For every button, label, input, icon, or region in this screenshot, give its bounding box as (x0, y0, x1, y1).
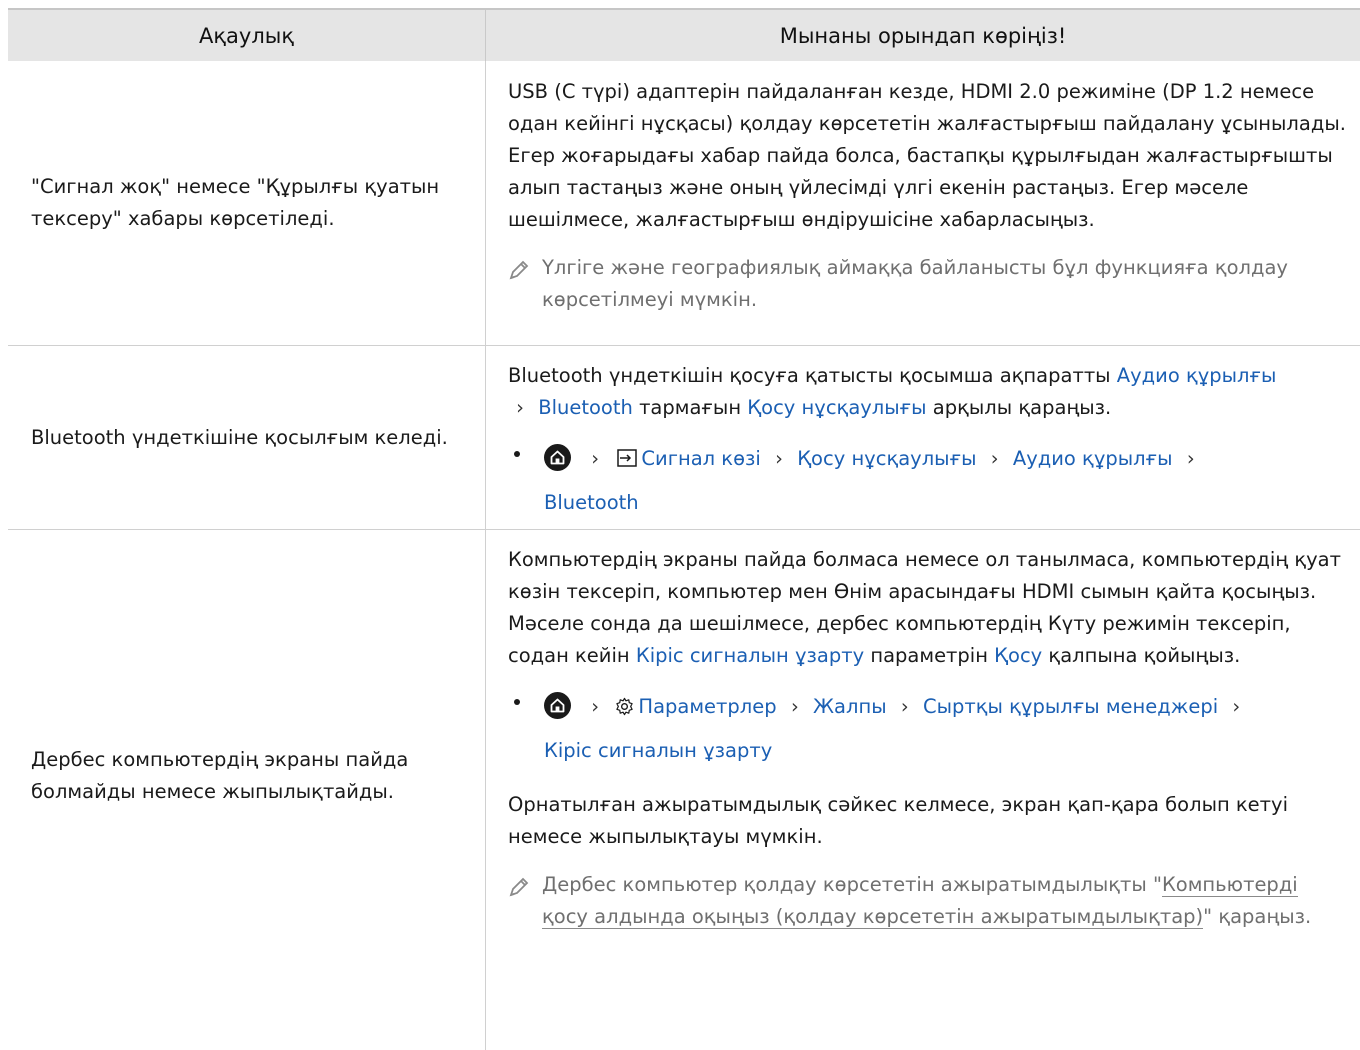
table-header-row: Ақаулық Мынаны орындап көріңіз! (8, 8, 1360, 61)
path-external-device-manager[interactable]: Сыртқы құрылғы менеджері (923, 695, 1218, 718)
link-bluetooth[interactable]: Bluetooth (538, 396, 633, 419)
path-input-signal-plus[interactable]: Кіріс сигналын ұзарту (544, 739, 772, 762)
pencil-note-icon (508, 252, 542, 316)
table-row: Дербес компьютердің экраны пайда болмайд… (8, 530, 1360, 1050)
chevron-right-icon: › (591, 447, 600, 470)
paragraph-text: арқылы қараңыз. (932, 396, 1112, 419)
link-connection-guide[interactable]: Қосу нұсқаулығы (747, 396, 926, 419)
solution-paragraph: Орнатылған ажыратымдылық сәйкес келмесе,… (508, 793, 1288, 848)
problem-text: Bluetooth үндеткішіне қосылғым келеді. (31, 425, 448, 449)
solution-cell: Bluetooth үндеткішін қосуға қатысты қосы… (486, 346, 1360, 529)
pencil-note-icon (508, 869, 542, 933)
chevron-right-icon: › (1186, 447, 1195, 470)
header-problem: Ақаулық (8, 10, 486, 61)
chevron-right-icon: › (900, 695, 909, 718)
solution-paragraph: Компьютердің экраны пайда болмаса немесе… (508, 544, 1348, 672)
table-row: Bluetooth үндеткішіне қосылғым келеді. B… (8, 346, 1360, 530)
paragraph-text: параметрін (870, 644, 988, 667)
chevron-right-icon: › (775, 447, 783, 470)
solution-cell: USB (C түрі) адаптерін пайдаланған кезде… (486, 61, 1360, 345)
gear-icon (615, 688, 634, 716)
path-audio-device[interactable]: Аудио құрылғы (1013, 447, 1173, 470)
header-solution: Мынаны орындап көріңіз! (779, 23, 1067, 48)
note-text: Үлгіге және географиялық аймаққа байланы… (542, 256, 1288, 311)
menu-path: › Сигнал көзі › Қосу нұсқаулығы › Аудио … (508, 437, 1348, 525)
bullet (508, 685, 544, 773)
source-icon (617, 439, 638, 467)
path-source[interactable]: Сигнал көзі (641, 447, 760, 470)
problem-text: "Сигнал жоқ" немесе "Құрылғы қуатын текс… (31, 175, 440, 230)
solution-paragraph: USB (C түрі) адаптерін пайдаланған кезде… (508, 80, 1346, 231)
note-text: Дербес компьютер қолдау көрсететін ажыра… (542, 869, 1348, 933)
paragraph-text: тармағын (639, 396, 742, 419)
chevron-right-icon: › (1232, 695, 1241, 718)
chevron-right-icon: › (516, 396, 524, 419)
solution-paragraph: Bluetooth үндеткішін қосуға қатысты қосы… (508, 360, 1348, 424)
bullet (508, 437, 544, 525)
paragraph-text: Bluetooth үндеткішін қосуға қатысты қосы… (508, 364, 1111, 387)
link-on[interactable]: Қосу (994, 644, 1042, 667)
home-icon[interactable] (544, 691, 571, 719)
problem-cell: Дербес компьютердің экраны пайда болмайд… (8, 530, 486, 1050)
note-text-part: Дербес компьютер қолдау көрсететін ажыра… (542, 873, 1162, 896)
link-input-signal-plus[interactable]: Кіріс сигналын ұзарту (636, 644, 864, 667)
path-general[interactable]: Жалпы (813, 695, 887, 718)
path-bluetooth[interactable]: Bluetooth (544, 491, 639, 514)
home-icon[interactable] (544, 443, 571, 471)
solution-cell: Компьютердің экраны пайда болмаса немесе… (486, 530, 1360, 1050)
path-connection-guide[interactable]: Қосу нұсқаулығы (797, 447, 976, 470)
chevron-right-icon: › (591, 695, 600, 718)
menu-path: › Параметрлер › Жалпы › Сыртқы құрылғы м… (508, 685, 1348, 773)
link-audio-device[interactable]: Аудио құрылғы (1117, 364, 1277, 387)
chevron-right-icon: › (990, 447, 999, 470)
problem-cell: "Сигнал жоқ" немесе "Құрылғы қуатын текс… (8, 61, 486, 345)
note-text-part: " қараңыз. (1203, 905, 1312, 928)
note: Дербес компьютер қолдау көрсететін ажыра… (508, 869, 1348, 933)
table-row: "Сигнал жоқ" немесе "Құрылғы қуатын текс… (8, 61, 1360, 346)
problem-cell: Bluetooth үндеткішіне қосылғым келеді. (8, 346, 486, 529)
note: Үлгіге және географиялық аймаққа байланы… (508, 252, 1348, 316)
problem-text: Дербес компьютердің экраны пайда болмайд… (31, 748, 409, 803)
troubleshooting-table: Ақаулық Мынаны орындап көріңіз! "Сигнал … (8, 8, 1360, 1050)
paragraph-text: қалпына қойыңыз. (1048, 644, 1241, 667)
path-settings[interactable]: Параметрлер (638, 695, 776, 718)
chevron-right-icon: › (790, 695, 799, 718)
